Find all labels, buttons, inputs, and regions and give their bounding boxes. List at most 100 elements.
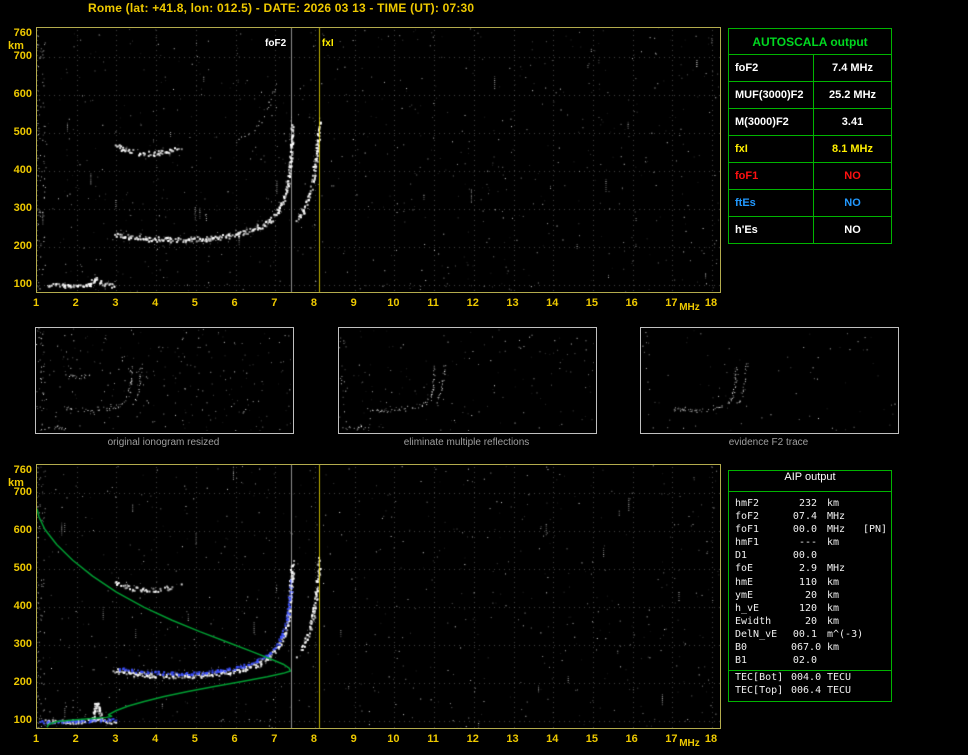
aip-row: Ewidth 20 km [729,615,891,628]
y-axis-tick-label: 100 [13,714,32,727]
aip-row-note [863,615,891,628]
aip-row-value: 2.9 [798,563,817,575]
aip-row-value: --- [798,537,817,549]
aip-row-label: hmF2 [735,498,760,509]
aip-row-note [863,671,891,684]
station-date-title: Rome (lat: +41.8, lon: 012.5) - DATE: 20… [88,1,475,15]
x-axis-tick-label: 11 [427,297,439,309]
x-axis-tick-label: 6 [231,297,238,309]
autoscala-row: fxI 8.1 MHz [729,135,891,162]
x-axis-tick-label: 10 [387,733,400,745]
y-axis-tick-label: 100 [13,278,32,291]
aip-row-unit: km [827,576,840,588]
aip-row: DelN_vE 00.1 m^(-3) [729,628,891,641]
aip-row-note [863,654,891,667]
x-axis-tick-label: 4 [152,733,159,745]
aip-row-note: [PN] [863,524,888,536]
y-axis-tick-label: 760 [13,26,32,39]
x-axis-unit-label: MHz [679,738,700,749]
aip-row-label: D1 [735,550,748,562]
aip-row-note [863,576,891,589]
aip-row-value: 00.0 [792,550,817,562]
aip-row-label: foF1 [735,524,760,536]
aip-row-label: TEC[Bot] [735,672,784,684]
aip-row-unit: km [827,498,840,509]
thumbnail-caption: original ionogram resized [107,437,220,448]
autoscala-ionogram-screen: Rome (lat: +41.8, lon: 012.5) - DATE: 20… [0,0,968,755]
x-axis-tick-label: 3 [112,297,119,309]
x-axis-tick-label: 18 [704,297,718,309]
aip-row-note [863,684,891,697]
aip-row-unit [817,654,863,667]
aip-row-unit: MHz [827,563,846,575]
aip-row: hmE 110 km [729,576,891,589]
aip-row-label: B1 [735,655,748,667]
x-axis-tick-label: 14 [546,297,559,309]
x-axis-tick-label: 6 [231,733,238,745]
autoscala-row: foF1 NO [729,162,891,189]
aip-row-label: B0 [735,642,748,654]
aip-row-label: foF2 [735,511,760,523]
autoscala-row-label: M(3000)F2 [729,109,814,135]
x-axis-tick-label: 8 [310,733,318,745]
y-axis-tick-label: 600 [13,524,32,537]
thumbnail-panel [640,327,899,434]
x-axis-tick-label: 18 [704,733,718,745]
autoscala-row-label: fxI [729,136,814,162]
aip-row: foF1 00.0 MHz [PN] [729,523,891,536]
aip-row-value: 00.0 [792,524,817,536]
aip-row-note [863,549,891,562]
marker-label: fxI [321,38,334,49]
aip-row-value: 110 [798,576,817,588]
aip-row-value: 006.4 [791,685,822,697]
aip-row: h_vE 120 km [729,602,891,615]
aip-row: B1 02.0 [729,654,891,667]
y-axis-tick-label: 300 [13,638,32,651]
autoscala-row-value: 3.41 [841,116,864,128]
autoscala-row: MUF(3000)F2 25.2 MHz [729,81,891,108]
x-axis-tick-label: 9 [350,297,357,309]
aip-row-label: foE [735,563,754,575]
x-axis-tick-label: 15 [585,733,599,745]
ionogram-canvas-top [37,28,720,292]
autoscala-row-label: MUF(3000)F2 [729,82,814,108]
aip-row-unit: MHz [827,524,846,536]
aip-row-label: ymE [735,589,754,601]
x-axis-unit-label: MHz [679,302,700,313]
aip-row: hmF2 232 km [729,497,891,510]
y-axis-tick-label: 760 [13,463,32,476]
aip-row-value: 067.0 [791,642,822,654]
ionogram-plot-bottom [36,464,721,729]
y-axis-tick-label: 400 [13,163,32,176]
aip-row-unit: km [827,642,840,654]
aip-row-label: h_vE [735,602,760,614]
thumbnail-panel [338,327,597,434]
x-axis-tick-label: 12 [466,733,479,745]
y-axis-tick-label: 400 [13,600,32,613]
x-axis-tick-label: 14 [546,733,559,745]
autoscala-row-label: foF1 [729,163,814,189]
aip-row-value: 07.4 [792,511,817,523]
aip-row-unit: TECU [827,685,852,697]
x-axis-tick-label: 10 [387,297,400,309]
x-axis-tick-label: 4 [152,297,159,309]
autoscala-table-title: AUTOSCALA output [752,35,868,49]
thumbnail-canvas [339,328,594,431]
autoscala-row-value: NO [844,197,861,209]
aip-row: TEC[Bot] 004.0 TECU [729,670,891,684]
aip-row-unit: km [827,537,840,549]
aip-row-note [863,497,891,510]
aip-row-value: 00.1 [792,628,817,640]
autoscala-row-value: NO [844,224,861,236]
aip-row-unit: km [827,602,840,614]
aip-row-note [863,536,891,549]
x-axis-tick-label: 2 [72,297,79,309]
aip-row-unit: km [827,615,840,627]
aip-row-value: 02.0 [792,655,817,667]
aip-row: TEC[Top] 006.4 TECU [729,684,891,697]
x-axis-tick-label: 5 [191,733,198,745]
autoscala-row: h'Es NO [729,216,891,243]
ionogram-plot-top [36,27,721,293]
aip-row: D1 00.0 [729,549,891,562]
aip-row: B0 067.0 km [729,641,891,654]
